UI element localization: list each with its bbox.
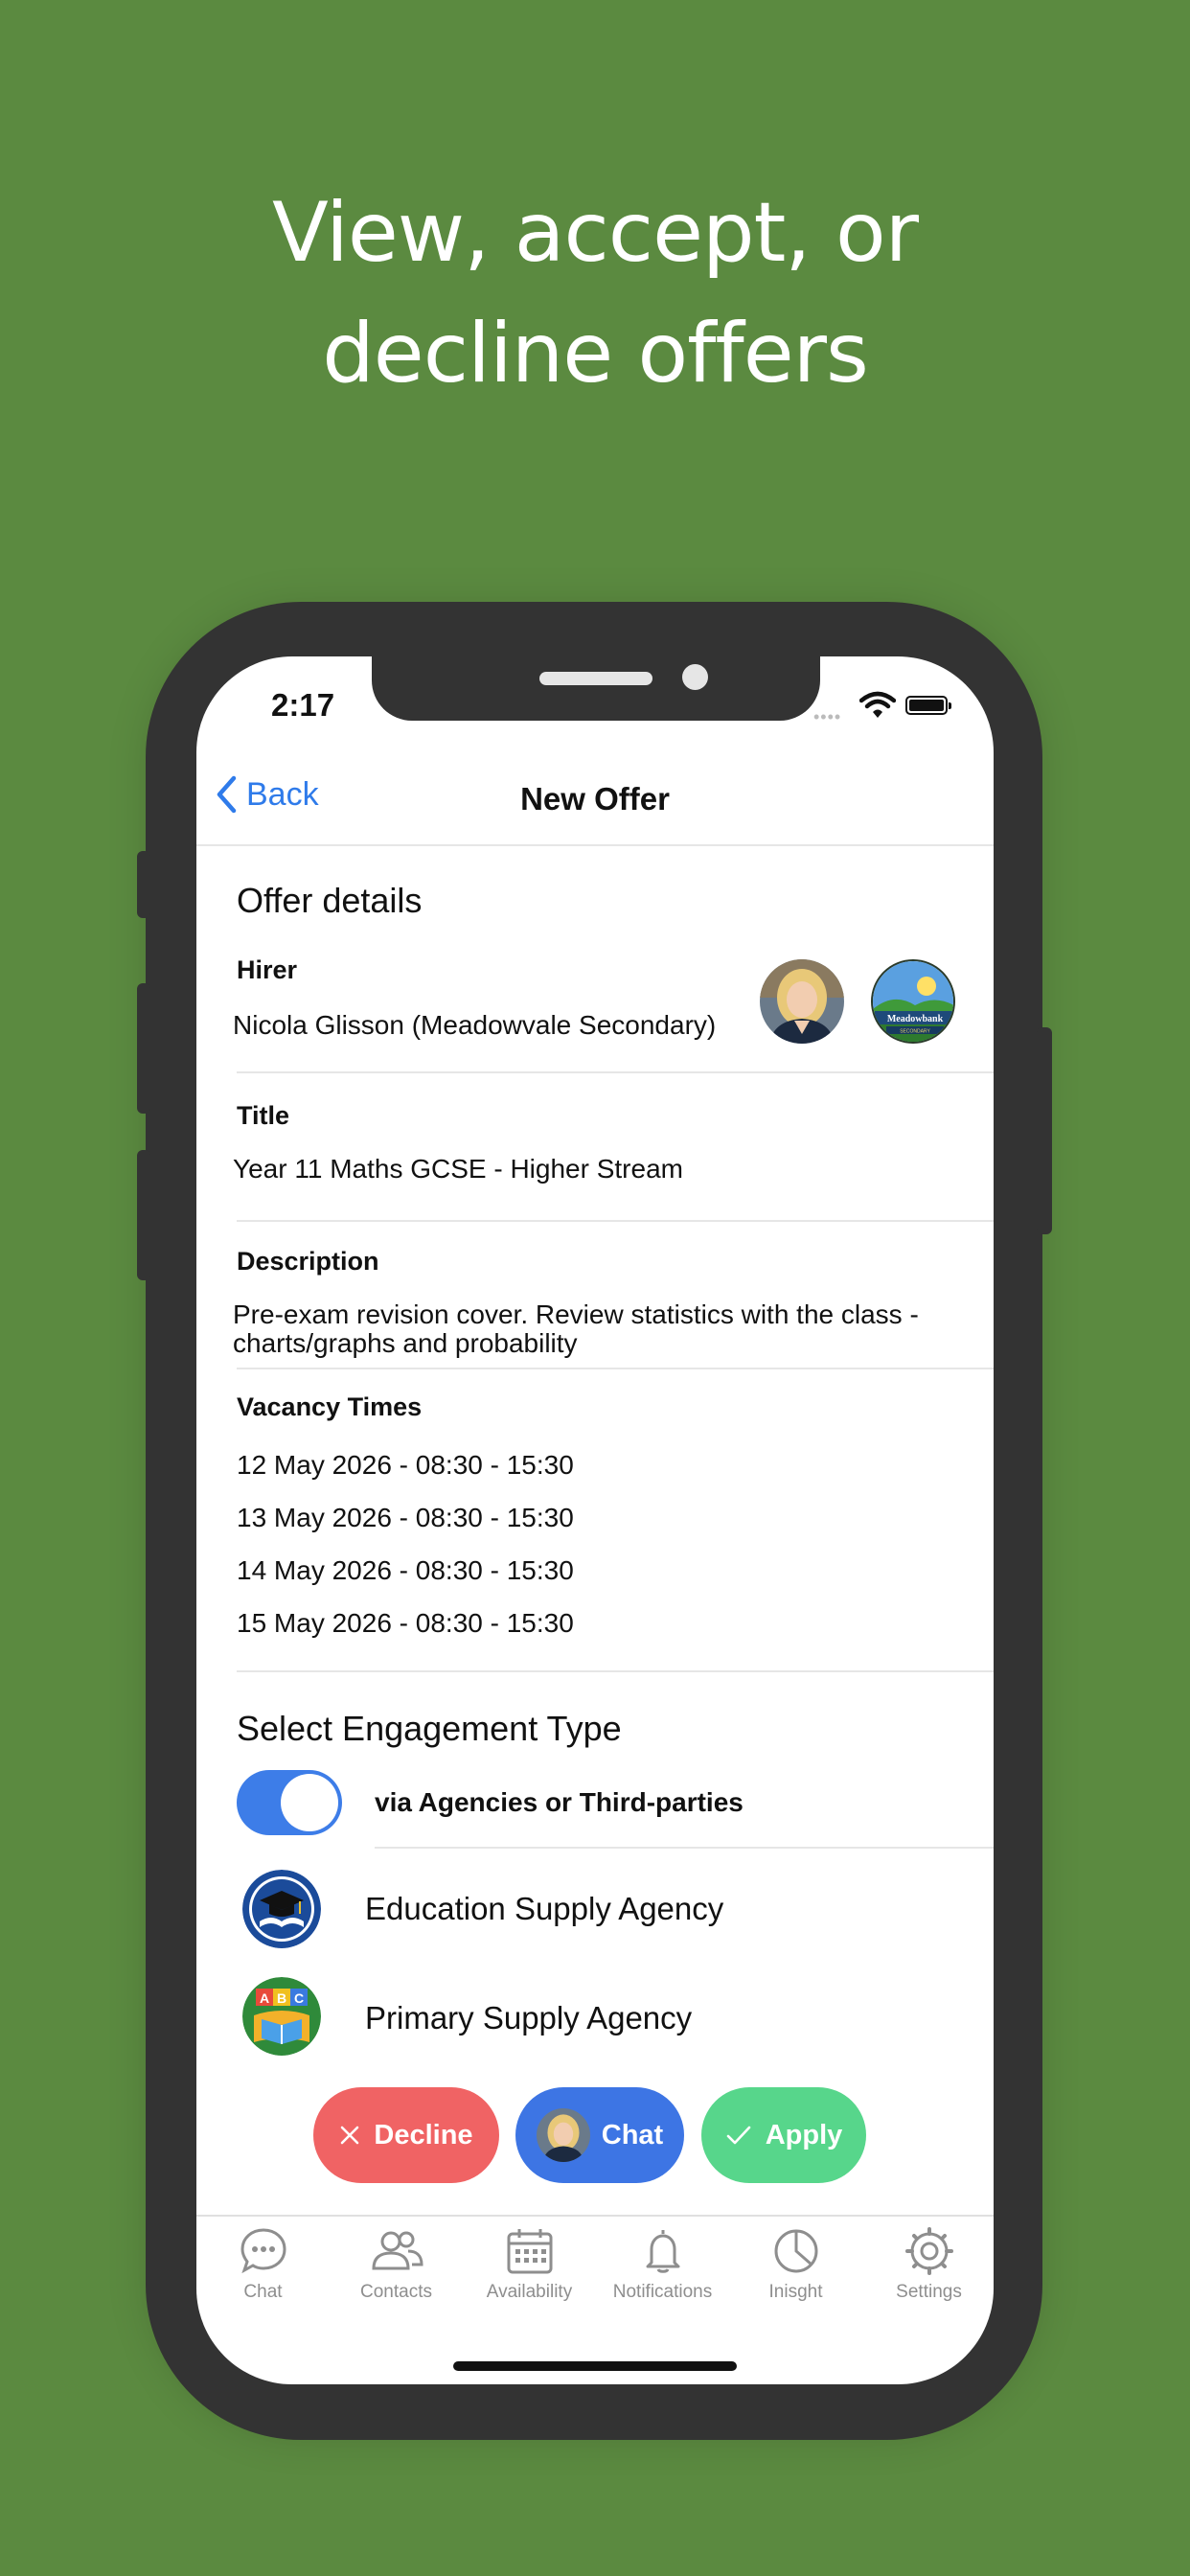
tab-label: Contacts <box>360 2282 432 2302</box>
apply-button[interactable]: Apply <box>701 2087 866 2183</box>
page-title: New Offer <box>520 781 670 816</box>
wifi-icon <box>858 691 897 724</box>
marketing-headline: View, accept, or decline offers <box>272 185 919 402</box>
tab-insight[interactable]: Inisght <box>729 2224 862 2303</box>
divider <box>237 1670 994 1672</box>
school-logo: Meadowbank SECONDARY <box>871 959 955 1044</box>
battery-icon <box>905 696 951 715</box>
hirer-avatar-small <box>536 2108 590 2162</box>
vacancy-time-item: 15 May 2026 - 08:30 - 15:30 <box>237 1608 574 1638</box>
vacancy-time-item: 13 May 2026 - 08:30 - 15:30 <box>237 1503 574 1532</box>
vacancy-time-item: 12 May 2026 - 08:30 - 15:30 <box>237 1450 574 1480</box>
status-time: 2:17 <box>271 687 335 723</box>
agency-name[interactable]: Primary Supply Agency <box>365 2000 692 2036</box>
home-indicator <box>453 2361 737 2371</box>
phone-side-button <box>1037 1027 1052 1234</box>
vacancy-times-label: Vacancy Times <box>237 1392 423 1421</box>
chat-label: Chat <box>601 2119 664 2150</box>
phone-side-button <box>137 983 150 1114</box>
primary-supply-agency-logo: A B C <box>242 1977 321 2056</box>
tab-contacts[interactable]: Contacts <box>330 2224 463 2303</box>
tab-label: Notifications <box>612 2282 713 2302</box>
svg-text:Meadowbank: Meadowbank <box>887 1014 944 1024</box>
agencies-toggle-label: via Agencies or Third-parties <box>375 1787 744 1817</box>
hirer-value: Nicola Glisson (Meadowvale Secondary) <box>233 1010 717 1040</box>
tab-label: Availability <box>486 2282 573 2302</box>
phone-side-button <box>137 1150 150 1280</box>
description-label: Description <box>237 1247 379 1276</box>
hirer-avatar[interactable] <box>760 959 844 1044</box>
divider <box>237 1368 994 1369</box>
pie-chart-icon <box>729 2224 862 2278</box>
offer-details-heading: Offer details <box>237 881 423 920</box>
phone-screen: 2:17 •••• Back New Offer Offer details H… <box>196 656 994 2384</box>
divider <box>375 1847 994 1849</box>
divider <box>237 1220 994 1222</box>
camera <box>682 664 708 690</box>
tab-availability[interactable]: Availability <box>463 2224 596 2303</box>
tab-label: Inisght <box>768 2282 823 2302</box>
gear-icon <box>862 2224 994 2278</box>
checkmark-icon <box>725 2125 752 2146</box>
chat-button[interactable]: Chat <box>515 2087 684 2183</box>
phone-side-button <box>137 851 150 918</box>
engagement-heading: Select Engagement Type <box>237 1709 622 1748</box>
title-value: Year 11 Maths GCSE - Higher Stream <box>233 1154 683 1184</box>
title-label: Title <box>237 1101 290 1130</box>
close-icon <box>339 2125 360 2146</box>
hirer-label: Hirer <box>237 955 298 984</box>
tab-label: Settings <box>896 2282 962 2302</box>
description-value: Pre-exam revision cover. Review statisti… <box>233 1300 919 1358</box>
vacancy-time-item: 14 May 2026 - 08:30 - 15:30 <box>237 1555 574 1585</box>
divider <box>237 1071 994 1073</box>
decline-button[interactable]: Decline <box>313 2087 499 2183</box>
chat-bubble-icon <box>196 2224 330 2278</box>
agency-name[interactable]: Education Supply Agency <box>365 1891 723 1927</box>
contacts-icon <box>330 2224 463 2278</box>
calendar-icon <box>463 2224 596 2278</box>
svg-text:A: A <box>260 1990 269 2006</box>
apply-label: Apply <box>765 2119 843 2150</box>
bell-icon <box>596 2224 729 2278</box>
nav-bar: Back New Offer <box>196 762 994 846</box>
svg-text:SECONDARY: SECONDARY <box>900 1029 930 1035</box>
signal-icon: •••• <box>813 707 842 726</box>
svg-text:C: C <box>294 1990 304 2006</box>
tab-notifications[interactable]: Notifications <box>596 2224 729 2303</box>
tab-settings[interactable]: Settings <box>862 2224 994 2303</box>
tab-label: Chat <box>243 2282 283 2302</box>
tab-bar: Chat Contacts Availability Notifications… <box>196 2215 994 2312</box>
education-supply-agency-logo <box>242 1870 321 1948</box>
notch <box>372 656 820 721</box>
tab-chat[interactable]: Chat <box>196 2224 330 2303</box>
agencies-toggle[interactable] <box>237 1770 342 1835</box>
svg-text:B: B <box>277 1990 286 2006</box>
speaker <box>539 672 652 685</box>
decline-label: Decline <box>374 2119 473 2150</box>
